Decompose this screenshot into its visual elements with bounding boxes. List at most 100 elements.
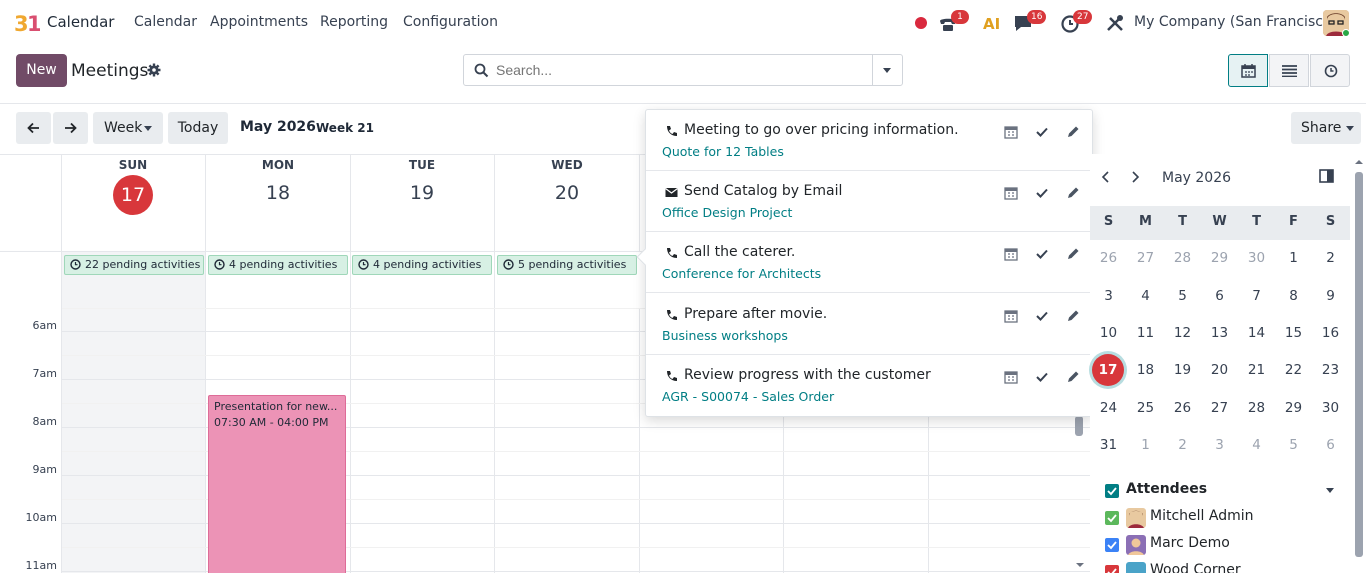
mini-day[interactable]: 26 xyxy=(1164,400,1201,416)
menu-reporting[interactable]: Reporting xyxy=(320,14,388,30)
mini-day[interactable]: 2 xyxy=(1164,437,1201,453)
menu-calendar[interactable]: Calendar xyxy=(134,14,197,30)
mini-day[interactable]: 5 xyxy=(1164,288,1201,304)
today-day-number[interactable]: 17 xyxy=(113,175,153,215)
activity-view-button[interactable] xyxy=(1310,54,1350,87)
activity-item[interactable]: Prepare after movie. Business workshops xyxy=(646,294,1092,355)
calendar-view-button[interactable] xyxy=(1228,54,1268,87)
edit-pencil-icon[interactable] xyxy=(1066,186,1080,200)
search-input[interactable] xyxy=(496,56,871,84)
mini-day[interactable]: 8 xyxy=(1275,288,1312,304)
mini-day[interactable]: 30 xyxy=(1312,400,1349,416)
mini-day[interactable]: 27 xyxy=(1201,400,1238,416)
menu-configuration[interactable]: Configuration xyxy=(403,14,498,30)
mini-day[interactable]: 14 xyxy=(1238,325,1275,341)
mini-day[interactable]: 5 xyxy=(1275,437,1312,453)
mark-done-check-icon[interactable] xyxy=(1035,309,1049,323)
mini-day[interactable]: 30 xyxy=(1238,250,1275,266)
mini-day[interactable]: 1 xyxy=(1127,437,1164,453)
mini-day[interactable]: 15 xyxy=(1275,325,1312,341)
next-button[interactable] xyxy=(53,112,88,144)
day-number-mon[interactable]: 18 xyxy=(206,182,350,204)
pending-activities-mon[interactable]: 4 pending activities xyxy=(208,255,348,275)
mini-day[interactable]: 24 xyxy=(1090,400,1127,416)
caret-down-icon[interactable] xyxy=(1326,488,1334,493)
recording-indicator-icon[interactable] xyxy=(915,17,927,29)
edit-pencil-icon[interactable] xyxy=(1066,309,1080,323)
reschedule-calendar-icon[interactable] xyxy=(1004,309,1018,323)
pending-activities-sun[interactable]: 22 pending activities xyxy=(64,255,204,275)
mark-done-check-icon[interactable] xyxy=(1035,247,1049,261)
mini-day[interactable]: 27 xyxy=(1127,250,1164,266)
attendees-header[interactable]: Attendees xyxy=(1126,481,1207,497)
share-button[interactable]: Share xyxy=(1291,112,1361,144)
edit-pencil-icon[interactable] xyxy=(1066,125,1080,139)
app-name[interactable]: Calendar xyxy=(47,13,114,31)
mini-day[interactable]: 28 xyxy=(1238,400,1275,416)
edit-pencil-icon[interactable] xyxy=(1066,247,1080,261)
gear-icon[interactable] xyxy=(147,63,161,77)
mini-day[interactable]: 13 xyxy=(1201,325,1238,341)
mini-day[interactable]: 6 xyxy=(1201,288,1238,304)
mini-day[interactable]: 12 xyxy=(1164,325,1201,341)
activity-item[interactable]: Review progress with the customer AGR - … xyxy=(646,355,1092,416)
mini-day[interactable]: 9 xyxy=(1312,288,1349,304)
mini-day[interactable]: 11 xyxy=(1127,325,1164,341)
attendee-checkbox[interactable] xyxy=(1105,538,1119,552)
reschedule-calendar-icon[interactable] xyxy=(1004,247,1018,261)
calendar-app-icon[interactable]: 3 1 xyxy=(14,10,40,36)
activity-record-link[interactable]: Business workshops xyxy=(662,328,788,343)
company-switcher[interactable]: My Company (San Francisco) xyxy=(1134,14,1337,30)
mini-day[interactable]: 21 xyxy=(1238,362,1275,378)
mini-day[interactable]: 6 xyxy=(1312,437,1349,453)
mini-day[interactable]: 3 xyxy=(1090,288,1127,304)
edit-pencil-icon[interactable] xyxy=(1066,370,1080,384)
activity-record-link[interactable]: Office Design Project xyxy=(662,205,792,220)
mark-done-check-icon[interactable] xyxy=(1035,125,1049,139)
mini-day[interactable]: 7 xyxy=(1238,288,1275,304)
pending-activities-wed[interactable]: 5 pending activities xyxy=(497,255,637,275)
mini-day[interactable]: 31 xyxy=(1090,437,1127,453)
mini-day[interactable]: 28 xyxy=(1164,250,1201,266)
day-number-wed[interactable]: 20 xyxy=(495,182,639,204)
menu-appointments[interactable]: Appointments xyxy=(210,14,308,30)
reschedule-calendar-icon[interactable] xyxy=(1004,370,1018,384)
previous-button[interactable] xyxy=(16,112,51,144)
pending-activities-tue[interactable]: 4 pending activities xyxy=(352,255,492,275)
mini-day[interactable]: 2 xyxy=(1312,250,1349,266)
search-icon[interactable] xyxy=(474,63,489,78)
attendees-group-checkbox[interactable] xyxy=(1105,484,1119,498)
mini-day[interactable]: 1 xyxy=(1275,250,1312,266)
activity-item[interactable]: Call the caterer. Conference for Archite… xyxy=(646,232,1092,293)
chevron-right-icon[interactable] xyxy=(1128,170,1142,184)
activity-record-link[interactable]: Quote for 12 Tables xyxy=(662,144,784,159)
activity-record-link[interactable]: AGR - S00074 - Sales Order xyxy=(662,389,834,404)
mini-day[interactable]: 16 xyxy=(1312,325,1349,341)
mini-day[interactable]: 22 xyxy=(1275,362,1312,378)
mini-day[interactable]: 18 xyxy=(1127,362,1164,378)
toggle-sidebar-icon[interactable] xyxy=(1319,168,1335,184)
mini-day[interactable]: 29 xyxy=(1201,250,1238,266)
mini-day[interactable]: 19 xyxy=(1164,362,1201,378)
reschedule-calendar-icon[interactable] xyxy=(1004,125,1018,139)
mini-day[interactable]: 23 xyxy=(1312,362,1349,378)
mini-day[interactable]: 3 xyxy=(1201,437,1238,453)
mini-calendar-today[interactable]: 17 xyxy=(1092,354,1124,386)
activity-record-link[interactable]: Conference for Architects xyxy=(662,266,821,281)
mark-done-check-icon[interactable] xyxy=(1035,370,1049,384)
calendar-event[interactable]: Presentation for new... 07:30 AM - 04:00… xyxy=(208,395,346,573)
activity-item[interactable]: Meeting to go over pricing information. … xyxy=(646,110,1092,171)
activity-item[interactable]: Send Catalog by Email Office Design Proj… xyxy=(646,171,1092,232)
tools-icon[interactable] xyxy=(1104,12,1126,34)
mini-calendar-month[interactable]: May 2026 xyxy=(1162,170,1231,186)
attendee-checkbox[interactable] xyxy=(1105,565,1119,573)
mini-day[interactable]: 26 xyxy=(1090,250,1127,266)
mark-done-check-icon[interactable] xyxy=(1035,186,1049,200)
search-options-toggle[interactable] xyxy=(872,55,902,85)
ai-icon[interactable]: AI xyxy=(981,12,1003,34)
today-button[interactable]: Today xyxy=(168,112,228,144)
attendee-checkbox[interactable] xyxy=(1105,511,1119,525)
reschedule-calendar-icon[interactable] xyxy=(1004,186,1018,200)
scale-dropdown[interactable]: Week xyxy=(93,112,163,144)
side-panel-scrollbar[interactable] xyxy=(1352,154,1366,573)
